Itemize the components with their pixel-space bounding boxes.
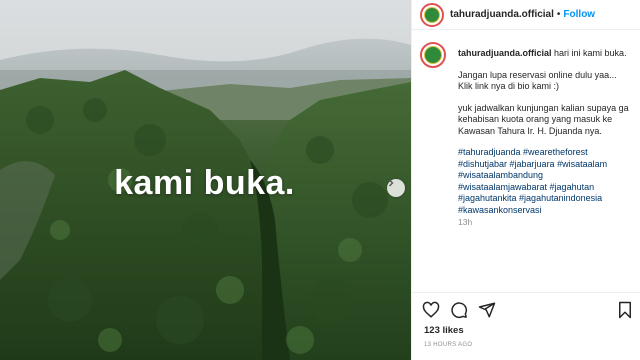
overlay-caption: kami buka. (114, 164, 295, 202)
avatar[interactable] (420, 2, 444, 27)
post-timestamp: 13 HOURS AGO (424, 342, 473, 348)
hashtag-line[interactable]: #wisataalamjawabarat #jagahutan (458, 182, 630, 194)
chevron-right-icon (389, 179, 394, 187)
hashtag-line[interactable]: #wisataalambandung (458, 170, 630, 182)
hashtag-line[interactable]: #tahuradjuanda #wearetheforest (458, 147, 630, 159)
share-icon[interactable] (478, 301, 496, 319)
caption-line1: hari ini kami buka. (554, 48, 627, 58)
post-image[interactable]: kami buka. (0, 0, 411, 360)
post-details-panel: tahuradjuanda.official • Follow tahuradj… (411, 0, 640, 360)
caption-username[interactable]: tahuradjuanda.official (458, 48, 552, 58)
bookmark-icon[interactable] (616, 301, 634, 319)
header-username[interactable]: tahuradjuanda.official (450, 9, 554, 20)
heart-icon[interactable] (422, 301, 440, 319)
follow-button[interactable]: Follow (563, 9, 595, 20)
caption-para2: Jangan lupa reservasi online dulu yaa...… (458, 69, 617, 92)
comment-icon[interactable] (450, 301, 468, 319)
hashtags: #tahuradjuanda #wearetheforest #dishutja… (458, 147, 630, 216)
hashtag-line[interactable]: #jagahutankita #jagahutanindonesia (458, 193, 630, 205)
separator-dot: • (556, 9, 561, 20)
caption-body: tahuradjuanda.official hari ini kami buk… (458, 48, 630, 229)
caption-avatar[interactable] (420, 42, 446, 68)
next-slide-button[interactable] (387, 179, 405, 197)
likes-count[interactable]: 123 likes (424, 325, 464, 336)
action-bar: 123 likes 13 HOURS AGO (412, 292, 640, 360)
caption-para3: yuk jadwalkan kunjungan kalian supaya ga… (458, 102, 629, 136)
caption-time: 13h (458, 217, 473, 227)
post-header: tahuradjuanda.official • Follow (412, 0, 640, 30)
hashtag-line[interactable]: #dishutjabar #jabarjuara #wisataalam (458, 159, 630, 171)
hashtag-line[interactable]: #kawasankonservasi (458, 205, 630, 217)
